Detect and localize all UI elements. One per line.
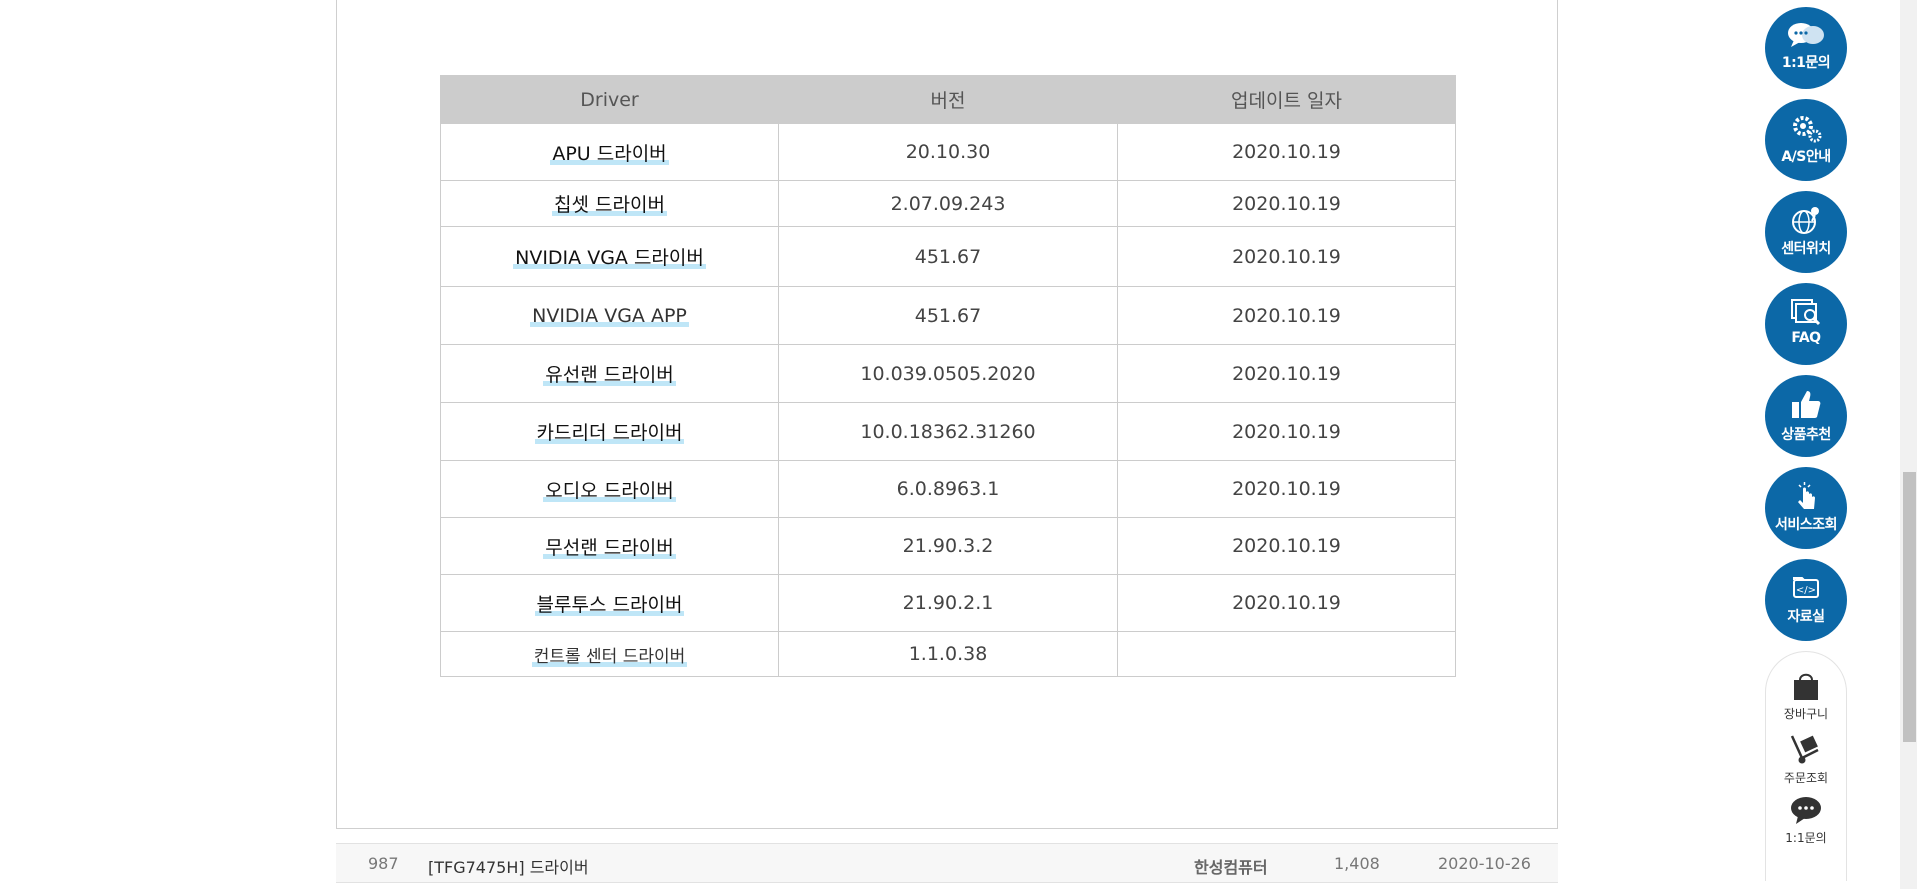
table-row: NVIDIA VGA 드라이버 451.67 2020.10.19 — [440, 226, 1456, 287]
header-version: 버전 — [778, 75, 1118, 124]
quick-menu-label: 자료실 — [1787, 609, 1825, 625]
driver-cell: 컨트롤 센터 드라이버 — [440, 631, 779, 677]
date-cell: 2020.10.19 — [1117, 180, 1456, 227]
table-row: 무선랜 드라이버 21.90.3.2 2020.10.19 — [440, 517, 1456, 575]
driver-link[interactable]: NVIDIA VGA 드라이버 — [513, 247, 706, 269]
board-list-row[interactable]: 987 [TFG7475H] 드라이버 한성컴퓨터 1,408 2020-10-… — [336, 843, 1558, 883]
svg-text:</>: </> — [1796, 585, 1816, 596]
date-cell: 2020.10.19 — [1117, 286, 1456, 345]
quick-menu-label: 센터위치 — [1781, 241, 1831, 257]
driver-cell: 무선랜 드라이버 — [440, 517, 779, 575]
page-scrollbar[interactable] — [1900, 0, 1917, 889]
version-cell: 6.0.8963.1 — [778, 460, 1118, 518]
driver-cell: 칩셋 드라이버 — [440, 180, 779, 227]
version-cell: 451.67 — [778, 226, 1118, 287]
date-cell: 2020.10.19 — [1117, 402, 1456, 461]
post-title-link[interactable]: [TFG7475H] 드라이버 — [428, 854, 589, 878]
post-number: 987 — [368, 854, 399, 873]
driver-cell: APU 드라이버 — [440, 123, 779, 181]
gears-icon — [1793, 116, 1822, 143]
version-cell: 1.1.0.38 — [778, 631, 1118, 677]
inquiry-link[interactable]: 1:1문의 — [1766, 796, 1846, 846]
code-folder-icon: </> — [1793, 577, 1819, 598]
driver-link[interactable]: 컨트롤 센터 드라이버 — [531, 646, 688, 667]
date-cell — [1117, 631, 1456, 677]
quick-menu-label: A/S안내 — [1781, 149, 1831, 165]
driver-link[interactable]: APU 드라이버 — [550, 142, 669, 165]
date-cell: 2020.10.19 — [1117, 574, 1456, 632]
driver-link[interactable]: NVIDIA VGA APP — [530, 304, 689, 327]
driver-cell: 카드리더 드라이버 — [440, 402, 779, 461]
panel-label: 주문조회 — [1783, 771, 1829, 785]
shopping-bag-icon — [1794, 673, 1818, 700]
post-date: 2020-10-26 — [1438, 854, 1531, 873]
driver-link[interactable]: 블루투스 드라이버 — [534, 593, 685, 616]
hand-truck-icon — [1790, 735, 1819, 764]
center-location-button[interactable]: 센터위치 — [1765, 191, 1847, 273]
table-row: 카드리더 드라이버 10.0.18362.31260 2020.10.19 — [440, 402, 1456, 461]
product-recommend-button[interactable]: 상품추천 — [1765, 375, 1847, 457]
driver-link[interactable]: 카드리더 드라이버 — [534, 422, 685, 444]
table-row: 칩셋 드라이버 2.07.09.243 2020.10.19 — [440, 180, 1456, 227]
panel-label: 1:1문의 — [1785, 831, 1827, 845]
as-guide-button[interactable]: A/S안내 — [1765, 99, 1847, 181]
driver-cell: NVIDIA VGA APP — [440, 286, 779, 345]
driver-table: Driver 버전 업데이트 일자 APU 드라이버 20.10.30 2020… — [440, 75, 1456, 677]
service-lookup-button[interactable]: 서비스조회 — [1765, 467, 1847, 549]
search-docs-icon — [1791, 299, 1821, 326]
date-cell: 2020.10.19 — [1117, 123, 1456, 181]
quick-menu-label: 상품추천 — [1781, 427, 1831, 443]
table-row: 블루투스 드라이버 21.90.2.1 2020.10.19 — [440, 574, 1456, 632]
order-lookup-link[interactable]: 주문조회 — [1766, 732, 1846, 786]
quick-menu-label: 1:1문의 — [1781, 55, 1831, 71]
driver-cell: 오디오 드라이버 — [440, 460, 779, 518]
table-row: 오디오 드라이버 6.0.8963.1 2020.10.19 — [440, 460, 1456, 518]
chat-bubbles-icon — [1788, 23, 1824, 47]
version-cell: 21.90.3.2 — [778, 517, 1118, 575]
driver-cell: 유선랜 드라이버 — [440, 344, 779, 403]
table-row: APU 드라이버 20.10.30 2020.10.19 — [440, 123, 1456, 181]
cart-link[interactable]: 장바구니 — [1766, 670, 1846, 722]
table-header-row: Driver 버전 업데이트 일자 — [440, 75, 1456, 124]
driver-link[interactable]: 칩셋 드라이버 — [552, 194, 667, 216]
header-update-date: 업데이트 일자 — [1117, 75, 1456, 124]
version-cell: 21.90.2.1 — [778, 574, 1118, 632]
version-cell: 20.10.30 — [778, 123, 1118, 181]
speech-bubble-icon — [1791, 797, 1821, 824]
table-row: 유선랜 드라이버 10.039.0505.2020 2020.10.19 — [440, 344, 1456, 403]
thumbs-up-icon — [1792, 391, 1821, 418]
version-cell: 10.0.18362.31260 — [778, 402, 1118, 461]
globe-pin-icon — [1792, 207, 1819, 234]
quick-panel: 장바구니 주문조회 1:1문의 — [1765, 651, 1847, 881]
quick-menu-label: FAQ — [1791, 330, 1821, 346]
table-row: NVIDIA VGA APP 451.67 2020.10.19 — [440, 286, 1456, 345]
panel-label: 장바구니 — [1783, 707, 1829, 721]
driver-link[interactable]: 유선랜 드라이버 — [543, 364, 676, 386]
date-cell: 2020.10.19 — [1117, 226, 1456, 287]
post-views: 1,408 — [1334, 854, 1380, 873]
date-cell: 2020.10.19 — [1117, 517, 1456, 575]
scrollbar-thumb[interactable] — [1903, 472, 1916, 742]
date-cell: 2020.10.19 — [1117, 460, 1456, 518]
version-cell: 10.039.0505.2020 — [778, 344, 1118, 403]
version-cell: 451.67 — [778, 286, 1118, 345]
faq-button[interactable]: FAQ — [1765, 283, 1847, 365]
date-cell: 2020.10.19 — [1117, 344, 1456, 403]
quick-menu: 1:1문의 A/S안내 센터위치 FAQ 상품추천 서비스조회 </> 자료실 … — [1765, 7, 1847, 881]
header-driver: Driver — [440, 75, 779, 124]
quick-inquiry-button[interactable]: 1:1문의 — [1765, 7, 1847, 89]
driver-link[interactable]: 무선랜 드라이버 — [543, 536, 676, 559]
download-center-button[interactable]: </> 자료실 — [1765, 559, 1847, 641]
pointer-hand-icon — [1798, 482, 1815, 509]
driver-link[interactable]: 오디오 드라이버 — [543, 479, 676, 502]
version-cell: 2.07.09.243 — [778, 180, 1118, 227]
driver-cell: NVIDIA VGA 드라이버 — [440, 226, 779, 287]
quick-menu-label: 서비스조회 — [1775, 517, 1837, 533]
table-row: 컨트롤 센터 드라이버 1.1.0.38 — [440, 631, 1456, 677]
post-author: 한성컴퓨터 — [1194, 858, 1268, 877]
driver-cell: 블루투스 드라이버 — [440, 574, 779, 632]
